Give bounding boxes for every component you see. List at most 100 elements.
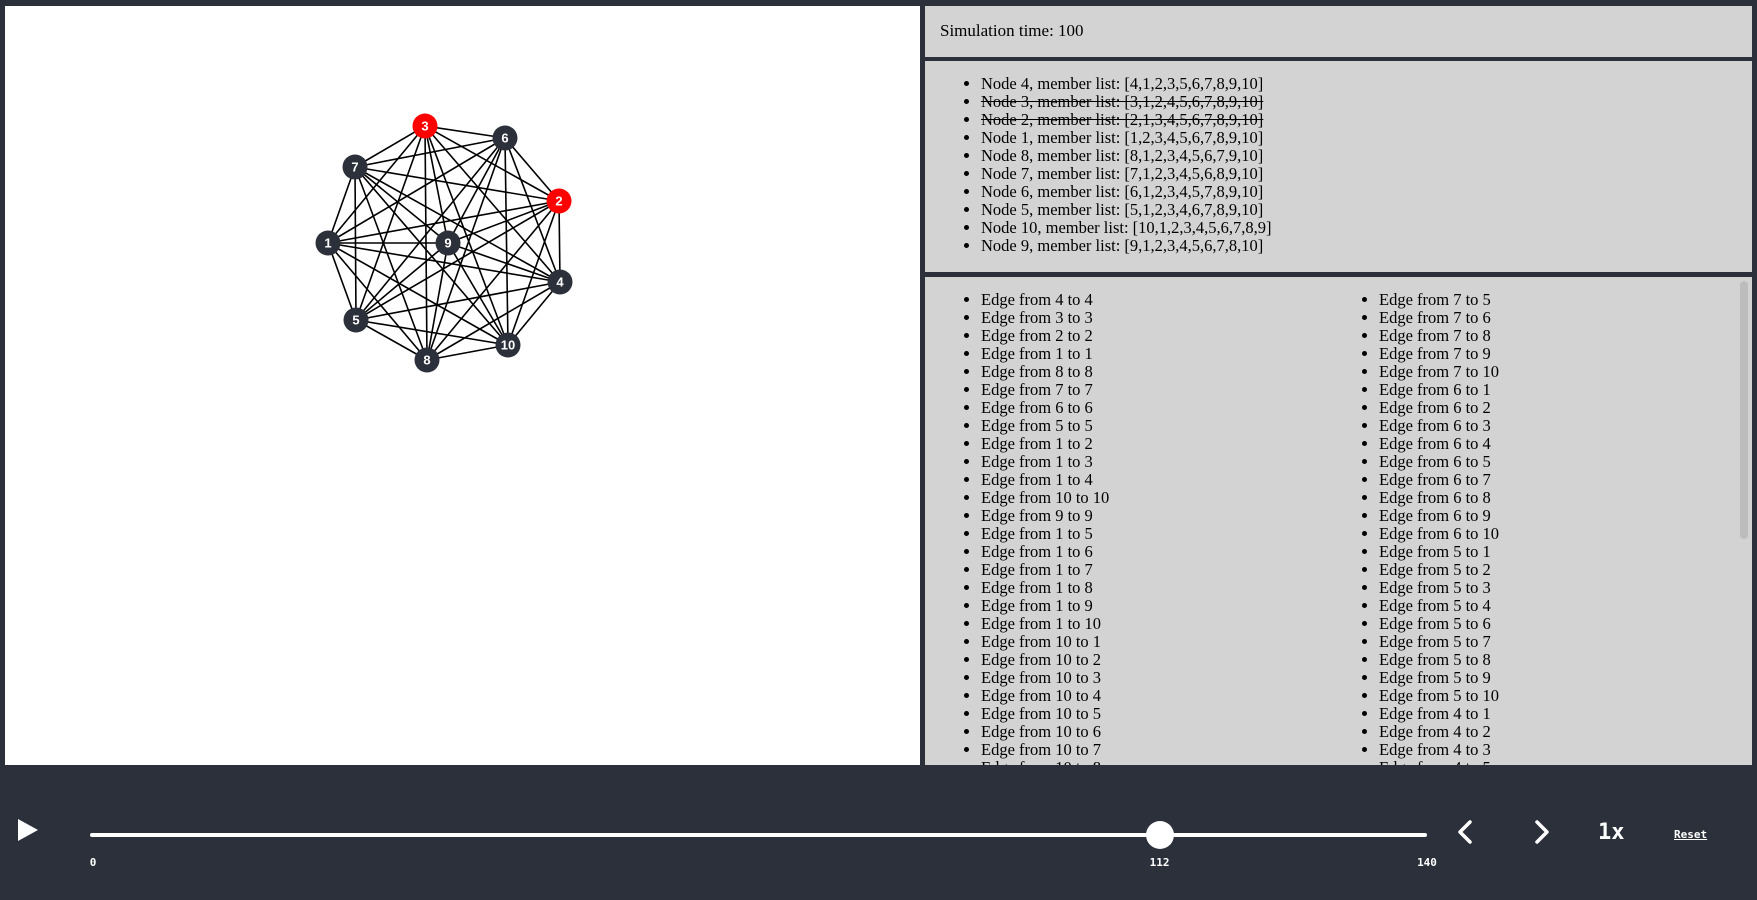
- edge-list-item: Edge from 7 to 7: [981, 381, 1109, 399]
- edge-list-item: Edge from 1 to 1: [981, 345, 1109, 363]
- edge-list-item: Edge from 5 to 7: [1379, 633, 1499, 651]
- graph-edge: [354, 166, 357, 321]
- playback-controls: 0 112 140 1x Reset: [0, 765, 1757, 900]
- edge-list-item: Edge from 5 to 6: [1379, 615, 1499, 633]
- graph-node-5[interactable]: 5: [343, 307, 369, 333]
- visualization-area: 1 2 3 4 5 6 7 8 9 10 Simulation time: 100 Node 4,…: [0, 0, 1757, 765]
- edge-list-item: Edge from 1 to 10: [981, 615, 1109, 633]
- edge-list-item: Edge from 8 to 8: [981, 363, 1109, 381]
- edge-list-item: Edge from 1 to 5: [981, 525, 1109, 543]
- edge-list-item: Edge from 4 to 1: [1379, 705, 1499, 723]
- node-label: 7: [351, 160, 358, 175]
- graph-node-4[interactable]: 4: [547, 269, 573, 295]
- edge-list-item: Edge from 1 to 2: [981, 435, 1109, 453]
- member-list-item: Node 8, member list: [8,1,2,3,4,5,6,7,9,…: [981, 147, 1272, 165]
- edge-list-item: Edge from 10 to 6: [981, 723, 1109, 741]
- edge-list-item: Edge from 1 to 9: [981, 597, 1109, 615]
- edge-list-item: Edge from 1 to 7: [981, 561, 1109, 579]
- edge-list-item: Edge from 5 to 3: [1379, 579, 1499, 597]
- timeline-min-label: 0: [89, 856, 97, 869]
- edge-list-item: Edge from 6 to 5: [1379, 453, 1499, 471]
- edge-list-item: Edge from 5 to 1: [1379, 543, 1499, 561]
- edge-list-item: Edge from 7 to 9: [1379, 345, 1499, 363]
- node-label: 1: [324, 236, 331, 251]
- edge-list-item: Edge from 5 to 10: [1379, 687, 1499, 705]
- step-back-button[interactable]: [1453, 817, 1479, 847]
- edge-list-item: Edge from 10 to 7: [981, 741, 1109, 759]
- edge-list-item: Edge from 6 to 7: [1379, 471, 1499, 489]
- edge-list-panel: Edge from 4 to 4Edge from 3 to 3Edge fro…: [925, 277, 1752, 765]
- play-button[interactable]: [16, 817, 40, 843]
- timeline-slider-thumb[interactable]: [1145, 821, 1174, 849]
- edge-list-item: Edge from 2 to 2: [981, 327, 1109, 345]
- edge-list-item: Edge from 1 to 4: [981, 471, 1109, 489]
- member-list-item: Node 10, member list: [10,1,2,3,4,5,6,7,…: [981, 219, 1272, 237]
- node-label: 3: [421, 119, 428, 134]
- edge-list-item: Edge from 4 to 3: [1379, 741, 1499, 759]
- member-list-item: Node 2, member list: [2,1,3,4,5,6,7,8,9,…: [981, 111, 1272, 129]
- edge-list-item: Edge from 7 to 6: [1379, 309, 1499, 327]
- edge-list-item: Edge from 1 to 6: [981, 543, 1109, 561]
- reset-button[interactable]: Reset: [1674, 828, 1707, 841]
- node-label: 9: [444, 236, 451, 251]
- edge-list-item: Edge from 1 to 3: [981, 453, 1109, 471]
- member-list-item: Node 6, member list: [6,1,2,3,4,5,7,8,9,…: [981, 183, 1272, 201]
- edge-list-item: Edge from 7 to 8: [1379, 327, 1499, 345]
- graph-node-8[interactable]: 8: [414, 347, 440, 373]
- edge-list-column-1: Edge from 4 to 4Edge from 3 to 3Edge fro…: [925, 291, 1109, 766]
- edge-list-item: Edge from 5 to 9: [1379, 669, 1499, 687]
- node-label: 10: [501, 338, 515, 353]
- edge-list-scrollbar[interactable]: [1740, 281, 1748, 539]
- edge-list-item: Edge from 3 to 3: [981, 309, 1109, 327]
- speed-button[interactable]: 1x: [1598, 820, 1625, 845]
- edge-list-item: Edge from 10 to 5: [981, 705, 1109, 723]
- timeline-slider-track[interactable]: [90, 833, 1427, 837]
- edge-list-item: Edge from 5 to 8: [1379, 651, 1499, 669]
- simulation-time-panel: Simulation time: 100: [925, 6, 1752, 57]
- edge-list-item: Edge from 6 to 6: [981, 399, 1109, 417]
- timeline-max-label: 140: [1417, 856, 1437, 869]
- simulation-time: Simulation time: 100: [940, 21, 1084, 40]
- edge-list-item: Edge from 4 to 2: [1379, 723, 1499, 741]
- node-label: 5: [352, 313, 359, 328]
- edge-list-item: Edge from 10 to 4: [981, 687, 1109, 705]
- graph-node-10[interactable]: 10: [495, 332, 521, 358]
- edge-list-item: Edge from 6 to 2: [1379, 399, 1499, 417]
- edge-list-item: Edge from 6 to 9: [1379, 507, 1499, 525]
- node-label: 2: [555, 194, 562, 209]
- edge-list-item: Edge from 10 to 2: [981, 651, 1109, 669]
- node-label: 8: [423, 353, 430, 368]
- edge-list-item: Edge from 6 to 1: [1379, 381, 1499, 399]
- node-label: 4: [556, 275, 564, 290]
- member-list-item: Node 1, member list: [1,2,3,4,5,6,7,8,9,…: [981, 129, 1272, 147]
- step-forward-button[interactable]: [1528, 817, 1554, 847]
- chevron-left-icon: [1458, 820, 1472, 844]
- graph-node-3[interactable]: 3: [412, 113, 438, 139]
- play-icon: [18, 819, 38, 841]
- graph-node-6[interactable]: 6: [492, 125, 518, 151]
- graph-node-9[interactable]: 9: [435, 230, 461, 256]
- graph-node-7[interactable]: 7: [342, 154, 368, 180]
- edge-list-item: Edge from 5 to 4: [1379, 597, 1499, 615]
- edge-list-item: Edge from 5 to 2: [1379, 561, 1499, 579]
- edge-list-item: Edge from 6 to 4: [1379, 435, 1499, 453]
- timeline-current-label: 112: [1149, 856, 1170, 869]
- edge-list-item: Edge from 5 to 5: [981, 417, 1109, 435]
- edge-list-item: Edge from 6 to 8: [1379, 489, 1499, 507]
- edge-list-item: Edge from 9 to 9: [981, 507, 1109, 525]
- member-list-item: Node 4, member list: [4,1,2,3,5,6,7,8,9,…: [981, 75, 1272, 93]
- member-list-panel: Node 4, member list: [4,1,2,3,5,6,7,8,9,…: [925, 61, 1752, 272]
- chevron-right-icon: [1535, 820, 1549, 844]
- graph-node-1[interactable]: 1: [315, 230, 341, 256]
- graph-node-2[interactable]: 2: [546, 188, 572, 214]
- member-list: Node 4, member list: [4,1,2,3,5,6,7,8,9,…: [925, 75, 1272, 255]
- edge-list-item: Edge from 10 to 1: [981, 633, 1109, 651]
- edge-list-item: Edge from 6 to 10: [1379, 525, 1499, 543]
- graph-edge: [354, 137, 506, 168]
- graph-edge: [424, 125, 428, 361]
- edge-list-item: Edge from 1 to 8: [981, 579, 1109, 597]
- network-graph: 1 2 3 4 5 6 7 8 9 10: [315, 113, 573, 373]
- edge-list-item: Edge from 10 to 10: [981, 489, 1109, 507]
- graph-panel: 1 2 3 4 5 6 7 8 9 10: [5, 6, 920, 765]
- member-list-item: Node 9, member list: [9,1,2,3,4,5,6,7,8,…: [981, 237, 1272, 255]
